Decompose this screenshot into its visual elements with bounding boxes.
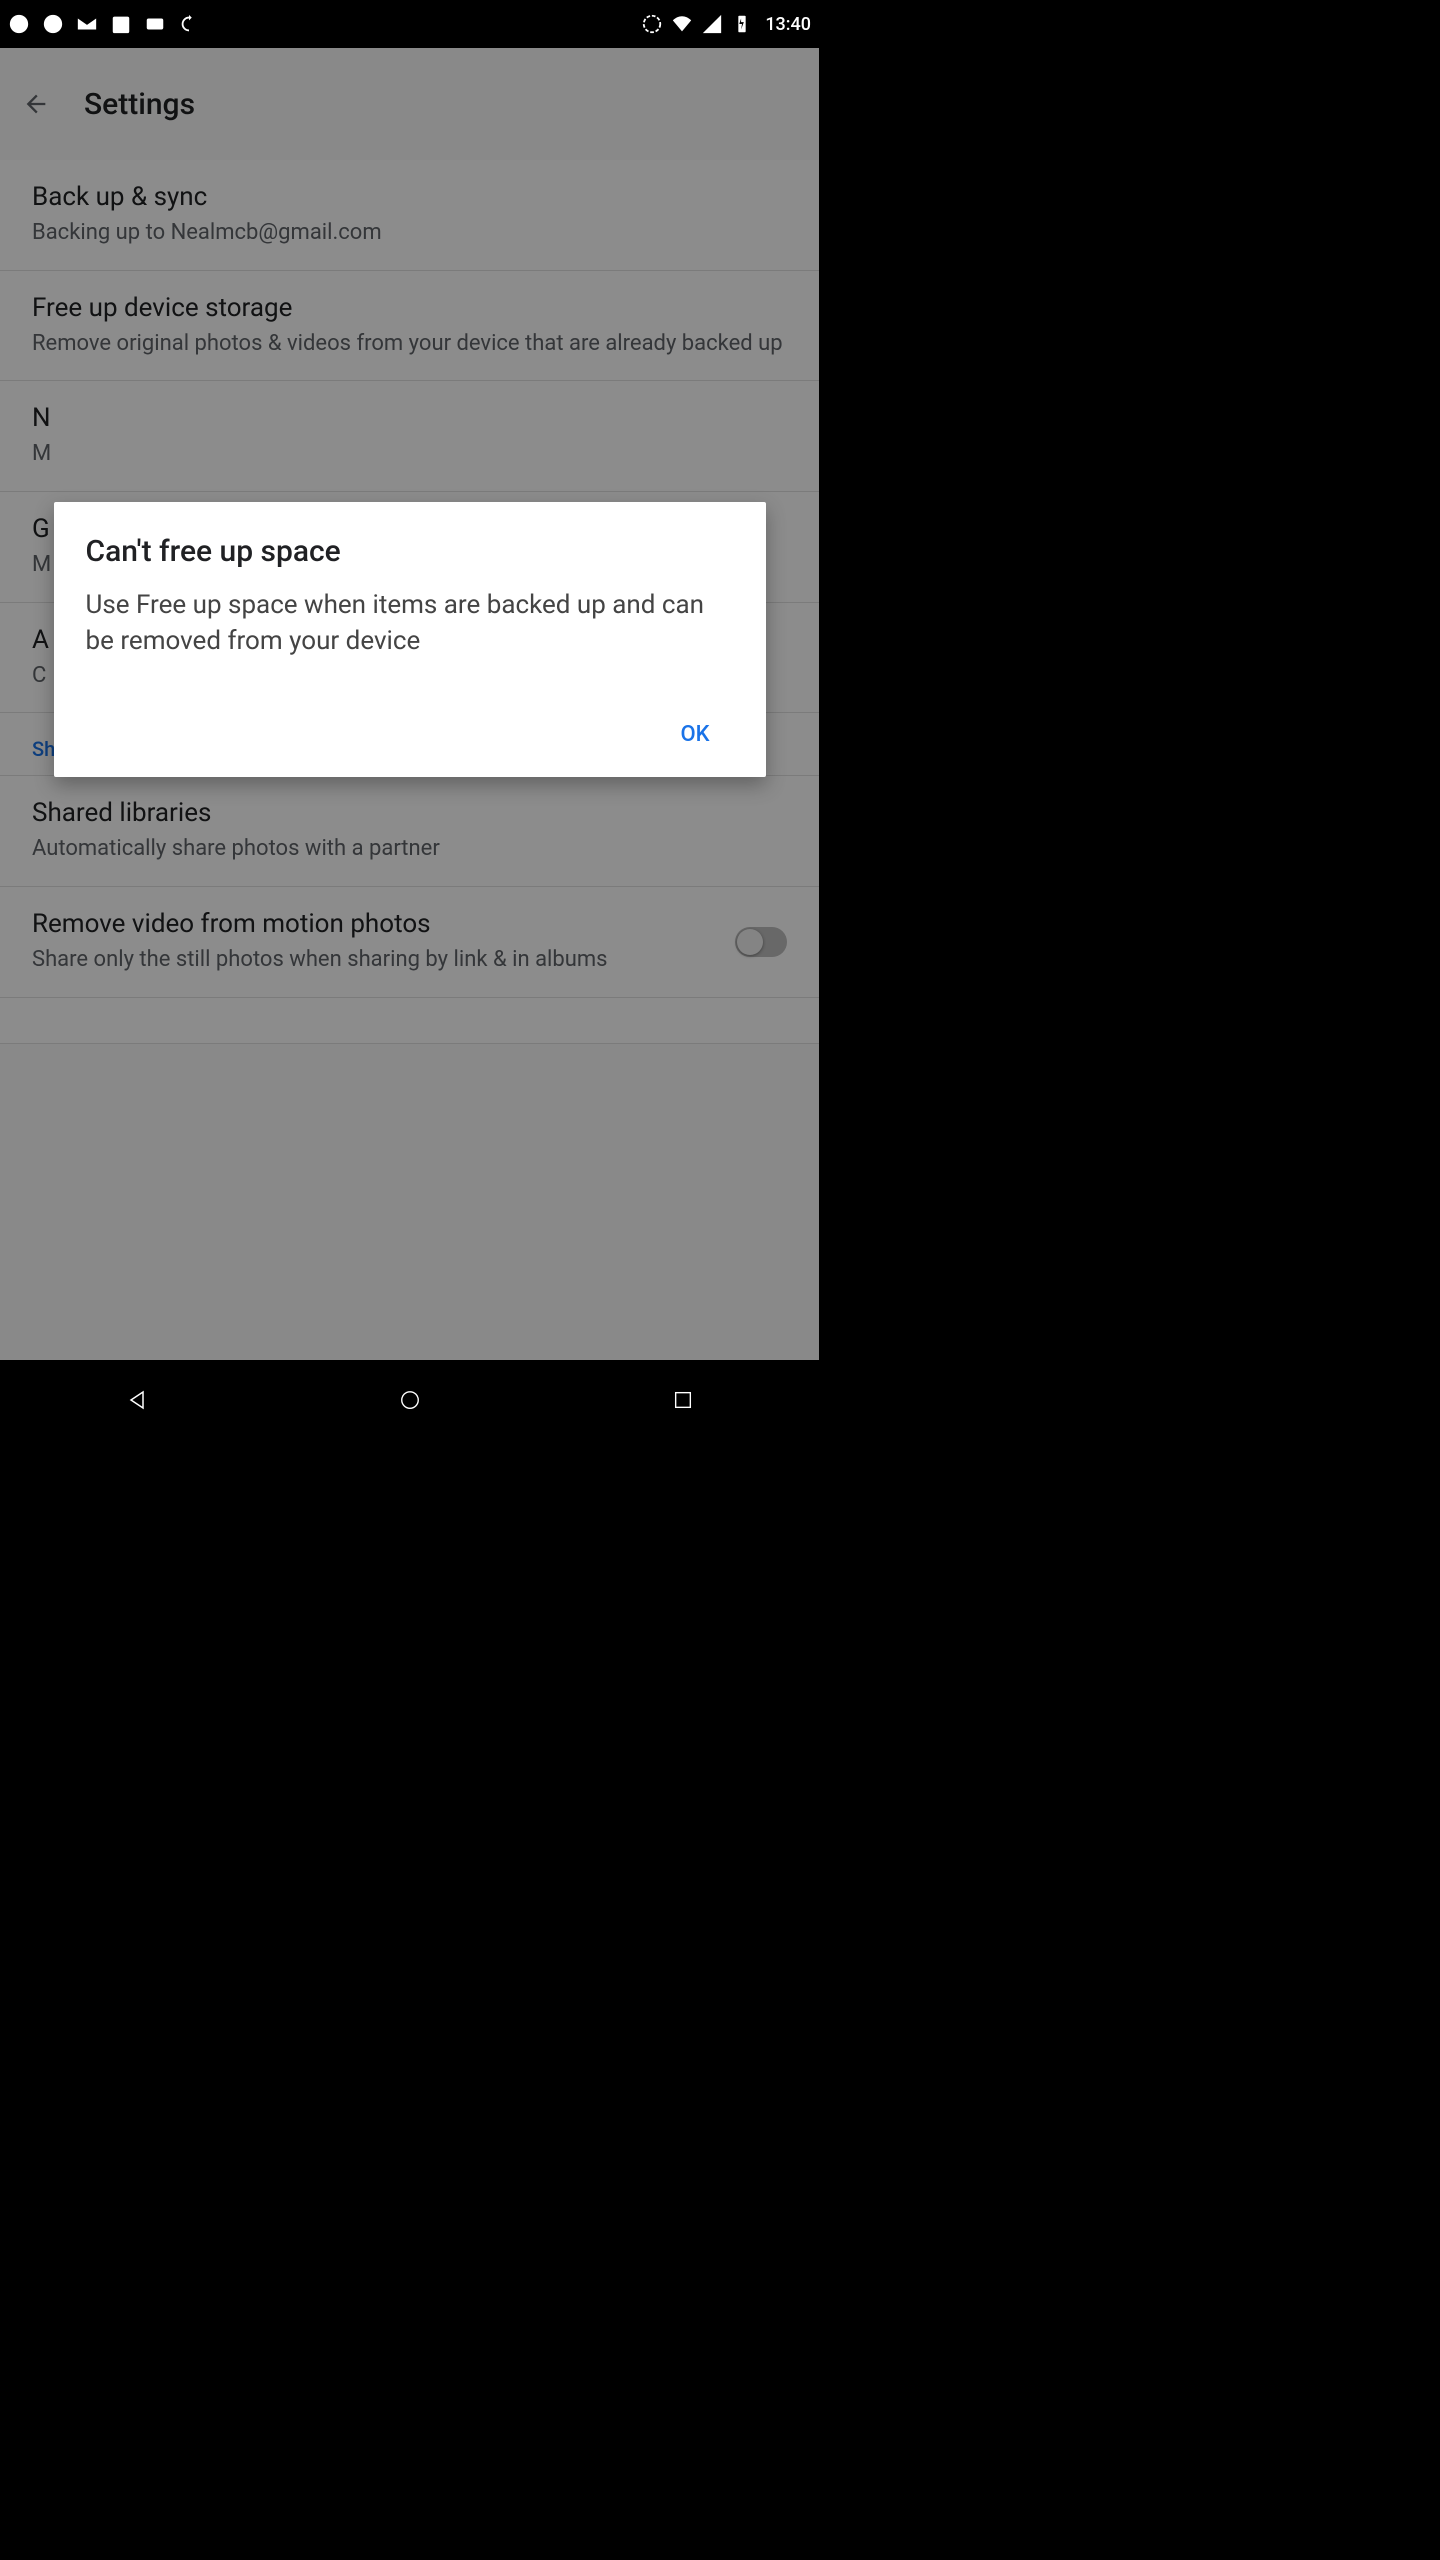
status-right: 13:40	[641, 13, 811, 35]
mail-icon	[76, 13, 98, 35]
navigation-bar	[0, 1360, 819, 1440]
nav-home-button[interactable]	[396, 1386, 424, 1414]
notification-icon	[144, 13, 166, 35]
dialog-actions: OK	[86, 708, 734, 761]
nav-back-button[interactable]	[123, 1386, 151, 1414]
signal-icon	[701, 13, 723, 35]
nav-recent-button[interactable]	[669, 1386, 697, 1414]
wifi-icon	[671, 13, 693, 35]
app-body: Settings Back up & sync Backing up to Ne…	[0, 48, 819, 1360]
notification-icon	[8, 13, 30, 35]
status-clock: 13:40	[765, 14, 811, 35]
status-bar: 13:40	[0, 0, 819, 48]
sync-icon	[178, 13, 200, 35]
cast-icon	[641, 13, 663, 35]
calendar-icon	[110, 13, 132, 35]
notification-icon	[42, 13, 64, 35]
dialog-title: Can't free up space	[86, 534, 734, 569]
battery-charging-icon	[731, 13, 753, 35]
dialog-cant-free-up-space: Can't free up space Use Free up space wh…	[54, 502, 766, 777]
status-left	[8, 13, 200, 35]
dialog-body: Use Free up space when items are backed …	[86, 587, 734, 660]
modal-overlay[interactable]: Can't free up space Use Free up space wh…	[0, 48, 819, 1360]
ok-button[interactable]: OK	[656, 708, 733, 761]
